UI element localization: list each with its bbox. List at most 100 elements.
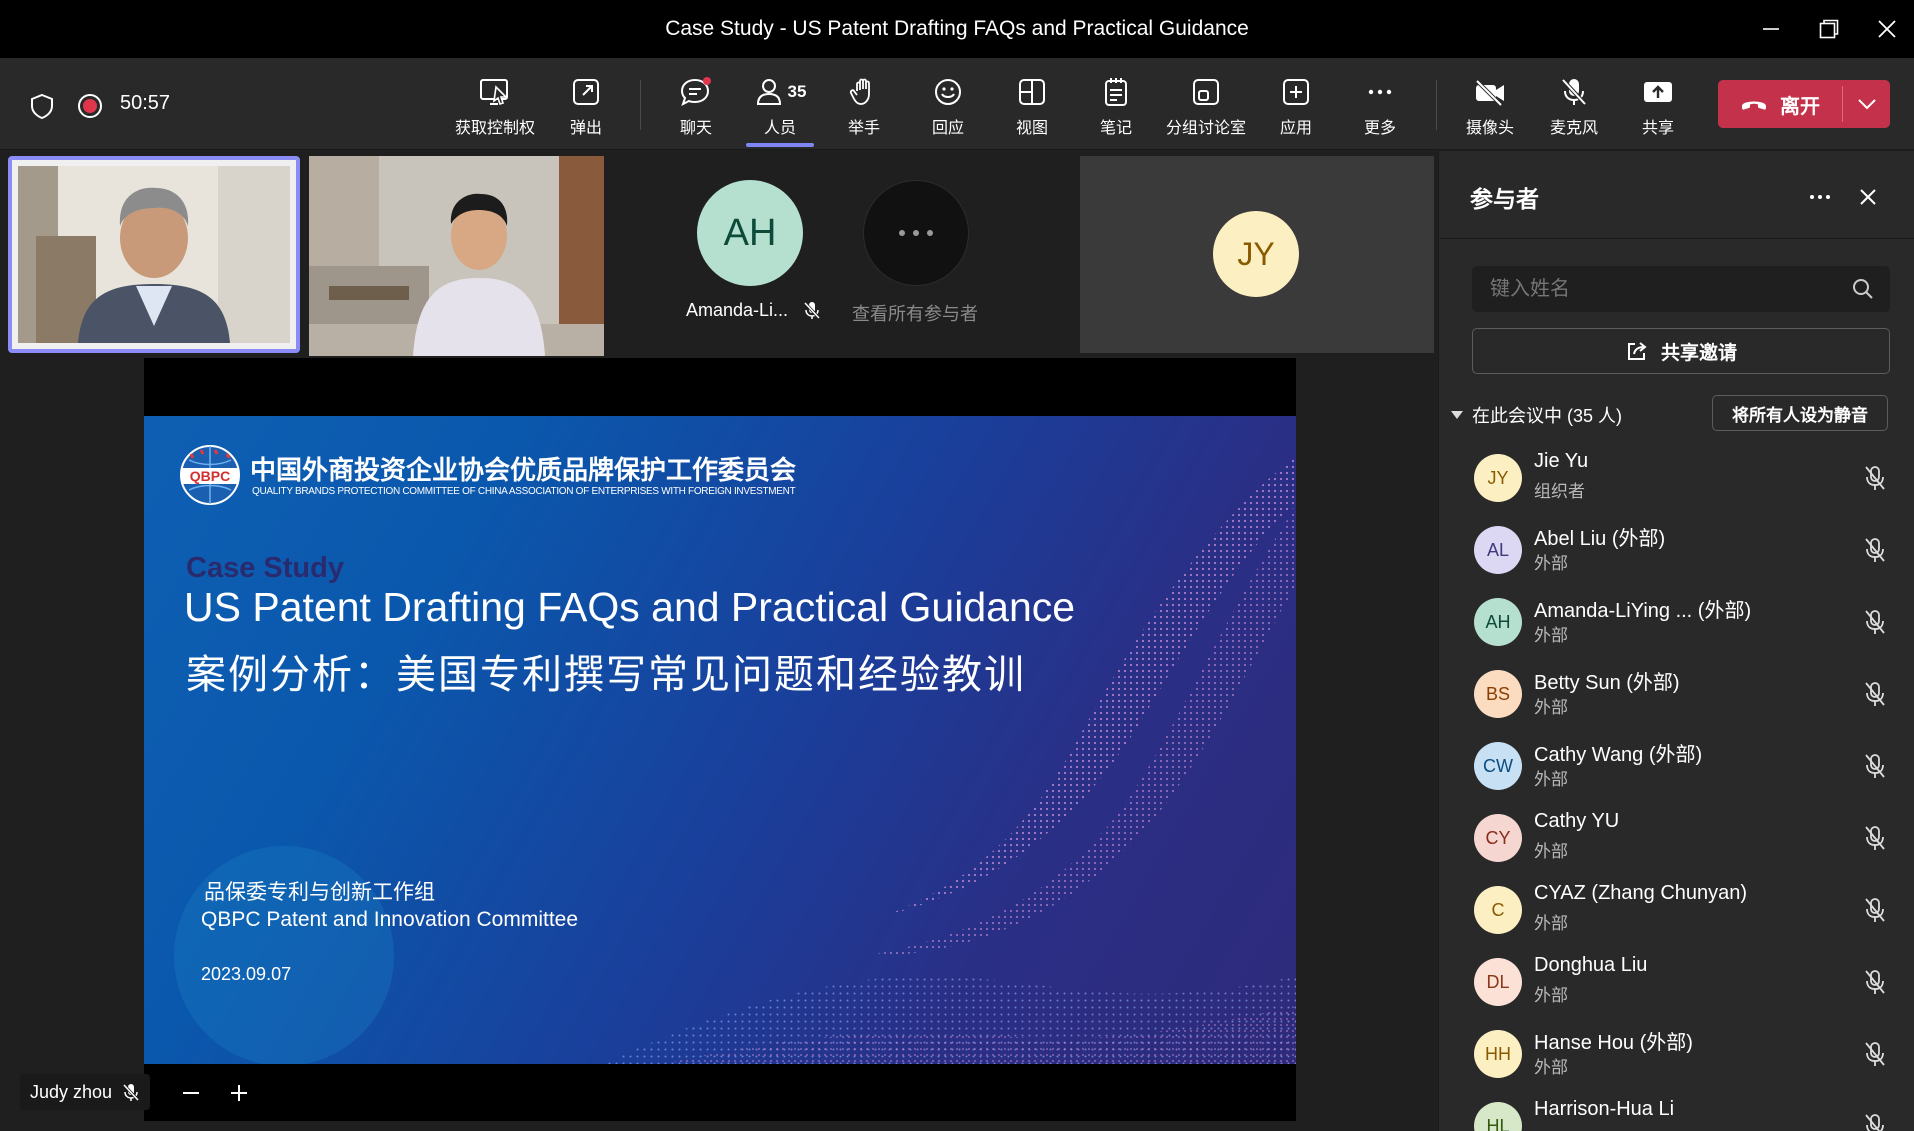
participant-row[interactable]: JY Jie Yu 组织者 — [1472, 446, 1892, 512]
participant-name: Jie Yu — [1534, 450, 1589, 472]
share-invite-label: 共享邀请 — [1660, 342, 1737, 364]
request-control-button[interactable]: 获取控制权 — [455, 72, 536, 142]
share-invite-button[interactable]: 共享邀请 — [1472, 328, 1890, 374]
people-active-indicator — [746, 143, 814, 147]
mic-off-icon[interactable] — [1862, 824, 1888, 857]
react-button[interactable]: 回应 — [908, 72, 988, 142]
mic-button[interactable]: 麦克风 — [1534, 72, 1614, 142]
participant-search-input[interactable] — [1490, 266, 1830, 312]
breakout-rooms-button[interactable]: 分组讨论室 — [1160, 72, 1252, 142]
people-button[interactable]: 35 人员 — [740, 72, 820, 142]
mic-off-icon[interactable] — [1862, 1040, 1888, 1073]
participant-avatar: HH — [1474, 1030, 1522, 1078]
close-icon — [1878, 20, 1896, 38]
toolbar-divider — [640, 80, 641, 130]
panel-more-button[interactable] — [1804, 182, 1836, 212]
participant-row[interactable]: HH Hanse Hou (外部) 外部 — [1472, 1022, 1892, 1088]
notes-button[interactable]: 笔记 — [1076, 72, 1156, 142]
participant-name: Amanda-Li... — [686, 300, 789, 320]
zoom-in-button[interactable] — [224, 1078, 254, 1108]
participant-search-field[interactable] — [1472, 266, 1890, 312]
camera-button[interactable]: 摄像头 — [1450, 72, 1530, 142]
close-icon — [1860, 189, 1876, 205]
minimize-button[interactable] — [1740, 0, 1802, 58]
svg-text:QBPC: QBPC — [190, 468, 230, 484]
restore-button[interactable] — [1798, 0, 1860, 58]
mic-off-icon[interactable] — [1862, 752, 1888, 785]
apps-label: 应用 — [1279, 120, 1312, 137]
more-button[interactable]: 更多 — [1340, 72, 1420, 142]
camera-off-icon — [1473, 72, 1507, 112]
participant-role: 外部 — [1534, 842, 1568, 861]
raise-hand-label: 举手 — [847, 120, 880, 137]
leave-button[interactable]: 离开 — [1718, 80, 1842, 128]
org-name-en: QUALITY BRANDS PROTECTION COMMITTEE OF C… — [252, 486, 796, 497]
panel-title: 参与者 — [1470, 186, 1539, 212]
apps-button[interactable]: 应用 — [1256, 72, 1336, 142]
leave-button-group: 离开 — [1718, 80, 1890, 128]
slide-date: 2023.09.07 — [201, 964, 292, 984]
participant-name: Abel Liu (外部) — [1534, 528, 1666, 550]
participant-row[interactable]: CY Cathy YU 外部 — [1472, 806, 1892, 872]
search-icon — [1853, 279, 1873, 299]
ellipsis-icon — [899, 230, 933, 236]
video-tile-selected[interactable] — [8, 156, 300, 353]
in-meeting-section-toggle[interactable]: 在此会议中 (35 人) — [1450, 402, 1622, 428]
window-title: Case Study - US Patent Drafting FAQs and… — [665, 17, 1249, 40]
mic-off-icon[interactable] — [1862, 464, 1888, 497]
chat-button[interactable]: 聊天 — [656, 72, 736, 142]
participant-row[interactable]: C CYAZ (Zhang Chunyan) 外部 — [1472, 878, 1892, 944]
ellipsis-icon — [1365, 72, 1395, 112]
mic-off-icon[interactable] — [1862, 536, 1888, 569]
mute-all-button[interactable]: 将所有人设为静音 — [1712, 395, 1888, 431]
mic-label: 麦克风 — [1549, 120, 1598, 137]
smile-icon — [933, 72, 963, 112]
person-icon — [756, 79, 781, 105]
request-control-label: 获取控制权 — [455, 120, 536, 137]
mic-off-icon[interactable] — [1862, 968, 1888, 1001]
participant-row[interactable]: DL Donghua Liu 外部 — [1472, 950, 1892, 1016]
panel-divider — [1440, 238, 1914, 239]
mic-off-icon[interactable] — [1862, 680, 1888, 713]
view-all-participants-label[interactable]: 查看所有参与者 — [852, 300, 978, 326]
mic-off-icon[interactable] — [1862, 896, 1888, 929]
share-button[interactable]: 共享 — [1618, 72, 1698, 142]
request-control-icon — [479, 72, 511, 112]
zoom-out-button[interactable] — [176, 1078, 206, 1108]
add-app-icon — [1281, 72, 1311, 112]
participant-row[interactable]: HL Harrison-Hua Li — [1472, 1094, 1892, 1131]
in-meeting-label: 在此会议中 (35 人) — [1472, 406, 1623, 426]
panel-close-button[interactable] — [1852, 182, 1884, 212]
popout-label: 弹出 — [569, 120, 602, 137]
close-window-button[interactable] — [1856, 0, 1914, 58]
view-all-participants-button[interactable] — [863, 180, 969, 286]
leave-label: 离开 — [1780, 95, 1820, 118]
participant-avatar: CW — [1474, 742, 1522, 790]
participant-row[interactable]: BS Betty Sun (外部) 外部 — [1472, 662, 1892, 728]
participant-role: 外部 — [1534, 698, 1568, 717]
participant-row[interactable]: AH Amanda-LiYing ... (外部) 外部 — [1472, 590, 1892, 656]
participant-avatar: JY — [1474, 454, 1522, 502]
participant-row[interactable]: CW Cathy Wang (外部) 外部 — [1472, 734, 1892, 800]
raise-hand-button[interactable]: 举手 — [824, 72, 904, 142]
participant-row[interactable]: AL Abel Liu (外部) 外部 — [1472, 518, 1892, 584]
video-tile[interactable] — [309, 156, 604, 356]
react-label: 回应 — [931, 120, 964, 137]
mic-off-icon[interactable] — [1862, 608, 1888, 641]
hang-up-icon — [1742, 101, 1766, 110]
leave-options-button[interactable] — [1843, 80, 1890, 128]
people-icon-group: 35 — [754, 72, 806, 112]
restore-icon — [1819, 19, 1839, 39]
minus-icon — [183, 1092, 199, 1094]
view-button[interactable]: 视图 — [992, 72, 1072, 142]
participant-name: CYAZ (Zhang Chunyan) — [1534, 882, 1748, 904]
participant-avatar: AL — [1474, 526, 1522, 574]
mic-off-icon[interactable] — [1862, 1112, 1888, 1131]
participant-avatar[interactable]: AH — [697, 180, 803, 286]
shield-icon[interactable] — [28, 92, 56, 125]
video-tile-jy[interactable]: JY — [1080, 156, 1434, 353]
participant-name: Donghua Liu — [1534, 954, 1648, 976]
participant-role: 外部 — [1534, 626, 1568, 645]
popout-button[interactable]: 弹出 — [546, 72, 626, 142]
shared-slide: QBPC 中国外商投资企业协会优质品牌保护工作委员会 QUALITY BRAND… — [144, 416, 1296, 1064]
